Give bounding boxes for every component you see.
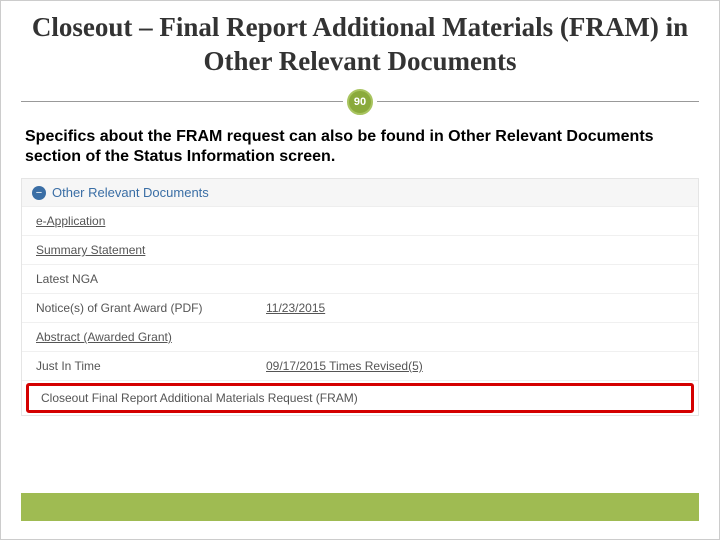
label-closeout-fram[interactable]: Closeout Final Report Additional Materia… — [41, 391, 358, 405]
label-abstract[interactable]: Abstract (Awarded Grant) — [36, 330, 266, 344]
row-e-application: e-Application — [22, 207, 698, 236]
other-relevant-documents-panel: − Other Relevant Documents e-Application… — [21, 178, 699, 416]
row-summary-statement: Summary Statement — [22, 236, 698, 265]
label-e-application[interactable]: e-Application — [36, 214, 266, 228]
divider-right — [377, 101, 699, 102]
panel-title: Other Relevant Documents — [52, 185, 209, 200]
value-notice-of-grant-award[interactable]: 11/23/2015 — [266, 301, 684, 315]
badge-divider: 90 — [21, 89, 699, 115]
row-latest-nga: Latest NGA — [22, 265, 698, 294]
row-notice-of-grant-award: Notice(s) of Grant Award (PDF) 11/23/201… — [22, 294, 698, 323]
slide-title: Closeout – Final Report Additional Mater… — [1, 1, 719, 83]
collapse-icon[interactable]: − — [32, 186, 46, 200]
value-just-in-time[interactable]: 09/17/2015 Times Revised(5) — [266, 359, 684, 373]
row-closeout-fram-highlight: Closeout Final Report Additional Materia… — [26, 383, 694, 413]
slide-number-badge: 90 — [347, 89, 373, 115]
lead-text: Specifics about the FRAM request can als… — [1, 123, 719, 177]
row-just-in-time: Just In Time 09/17/2015 Times Revised(5) — [22, 352, 698, 381]
slide: Closeout – Final Report Additional Mater… — [0, 0, 720, 540]
label-latest-nga: Latest NGA — [36, 272, 266, 286]
label-summary-statement[interactable]: Summary Statement — [36, 243, 266, 257]
footer-bar — [21, 493, 699, 521]
panel-header[interactable]: − Other Relevant Documents — [22, 179, 698, 207]
label-just-in-time: Just In Time — [36, 359, 266, 373]
divider-left — [21, 101, 343, 102]
label-notice-of-grant-award: Notice(s) of Grant Award (PDF) — [36, 301, 266, 315]
row-abstract: Abstract (Awarded Grant) — [22, 323, 698, 352]
